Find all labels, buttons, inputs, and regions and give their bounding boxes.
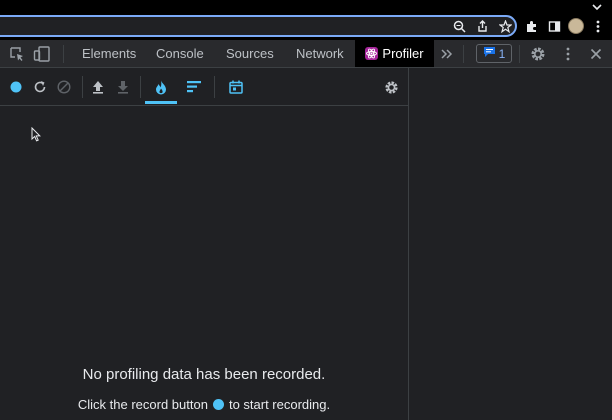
extensions-icon[interactable] [522,17,540,35]
clear-profiling-icon[interactable] [54,77,74,97]
load-profile-icon[interactable] [88,77,108,97]
profiler-toolbar [0,68,408,106]
empty-state-title: No profiling data has been recorded. [82,366,326,383]
hint-text-before: Click the record button [77,397,208,412]
empty-state-hint: Click the record button to start recordin… [0,397,408,412]
tab-network[interactable]: Network [288,40,350,67]
ranked-chart-icon[interactable] [184,77,204,97]
toolbar-divider [140,76,141,98]
save-profile-icon[interactable] [113,77,133,97]
device-toolbar-icon[interactable] [33,45,51,63]
browser-toolbar [0,0,612,40]
customize-devtools-icon[interactable] [559,45,577,63]
timeline-calendar-icon[interactable] [226,77,246,97]
tab-profiler[interactable]: Profiler [355,40,434,67]
toolbar-divider [82,76,83,98]
reload-and-profile-icon[interactable] [30,77,50,97]
more-icon[interactable] [589,17,607,35]
chevron-down-icon[interactable] [591,0,603,18]
close-icon[interactable] [587,45,605,63]
issues-badge[interactable]: 1 [476,44,512,63]
zoom-icon[interactable] [450,17,468,35]
record-dot-icon [212,399,224,410]
issues-count: 1 [498,46,506,61]
record-button[interactable] [6,77,26,97]
mouse-cursor-icon [31,126,41,147]
toolbar-divider [214,76,215,98]
devtools-tab-bar: Elements Console Sources Network Profile… [0,40,612,68]
tab-sources[interactable]: Sources [218,40,280,67]
tab-profiler-label: Profiler [382,46,424,61]
active-view-indicator [145,101,177,104]
message-icon [483,46,496,61]
tab-elements[interactable]: Elements [74,40,140,67]
profiler-settings-icon[interactable] [381,77,401,97]
toolbar-divider [463,45,464,63]
sidebar-pane [408,68,612,420]
react-logo-icon [365,47,379,60]
toolbar-divider [519,45,520,63]
inspect-element-icon[interactable] [8,45,26,63]
hint-text-after: to start recording. [228,397,331,412]
star-icon[interactable] [496,17,514,35]
side-panel-icon[interactable] [545,17,563,35]
settings-gear-icon[interactable] [529,45,547,63]
tab-console[interactable]: Console [148,40,210,67]
flamegraph-chart-icon[interactable] [151,77,171,97]
more-tabs-icon[interactable] [438,45,456,63]
address-bar[interactable] [0,15,517,37]
share-icon[interactable] [473,17,491,35]
toolbar-divider [63,45,64,63]
avatar[interactable] [568,18,584,34]
